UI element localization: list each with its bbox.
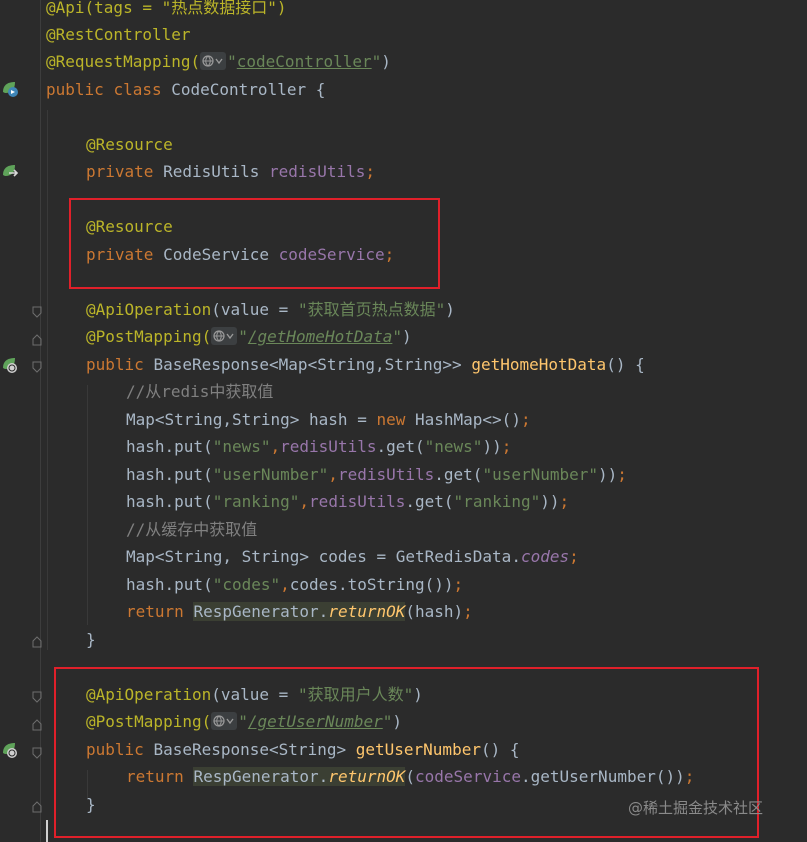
web-endpoint-icon[interactable] [0,355,20,375]
code-line-comment-cache: //从缓存中获取值 [126,520,258,539]
watermark: @稀土掘金技术社区 [628,799,764,817]
code-line-put-codes: hash.put("codes",codes.toString()); [126,575,464,594]
fold-marker-icon[interactable] [32,688,42,703]
globe-icon[interactable] [211,327,238,345]
indent-guide [47,110,48,650]
code-line-api-operation-1: @ApiOperation(value = "获取首页热点数据") [86,300,455,319]
spring-bean-icon[interactable] [0,162,20,182]
code-line-rest-controller: @RestController [46,25,191,44]
fold-marker-icon[interactable] [32,331,42,346]
globe-icon[interactable] [200,52,227,70]
highlight-box-codeservice [69,198,440,289]
code-line-codes-declaration: Map<String, String> codes = GetRedisData… [126,547,579,566]
code-line-class-declaration: public class CodeController { [46,80,326,99]
code-line-map-declaration: Map<String,String> hash = new HashMap<>(… [126,410,531,429]
code-line-method-1-signature: public BaseResponse<Map<String,String>> … [86,355,645,374]
spring-bean-icon[interactable] [0,79,20,99]
fold-marker-icon[interactable] [32,303,42,318]
code-line-put-usernumber: hash.put("userNumber",redisUtils.get("us… [126,465,627,484]
code-line-post-mapping-1: @PostMapping("/getHomeHotData") [86,327,412,346]
annotation-token: @RequestMapping( [46,52,201,71]
fold-marker-icon[interactable] [32,744,42,759]
url-link[interactable]: /getHomeHotData [248,327,393,346]
code-editor[interactable]: @Api(tags = "热点数据接口") @RestController @R… [0,0,807,842]
code-line-close-method-1: } [86,630,96,649]
code-line-api-annotation: @Api(tags = "热点数据接口") [46,0,287,17]
fold-marker-icon[interactable] [32,716,42,731]
code-line-request-mapping: @RequestMapping("codeController") [46,52,391,71]
code-line-resource-1: @Resource [86,135,173,154]
web-endpoint-icon[interactable] [0,740,20,760]
code-line-put-news: hash.put("news",redisUtils.get("news")); [126,437,512,456]
code-line-put-ranking: hash.put("ranking",redisUtils.get("ranki… [126,492,570,511]
indent-guide [87,385,88,625]
code-line-comment-redis: //从redis中获取值 [126,382,274,401]
code-line-return-1: return RespGenerator.returnOK(hash); [126,602,473,621]
fold-marker-icon[interactable] [32,633,42,648]
code-line-redis-field: private RedisUtils redisUtils; [86,162,375,181]
fold-marker-icon[interactable] [32,798,42,813]
url-link[interactable]: codeController [237,52,372,71]
text-caret [46,820,48,842]
fold-marker-icon[interactable] [32,358,42,373]
